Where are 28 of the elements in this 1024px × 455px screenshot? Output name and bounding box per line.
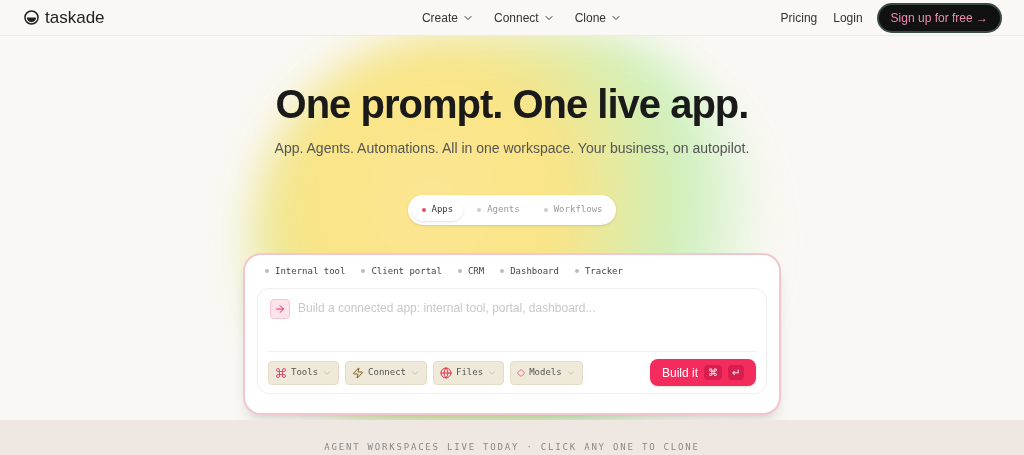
tool-dropdown[interactable]: Connect (345, 360, 428, 385)
logo-icon (24, 10, 39, 25)
hero-title: One prompt. One live app. (275, 84, 749, 124)
tool-dropdown[interactable]: Models (510, 360, 583, 385)
key-hint: ⌘ (704, 365, 722, 380)
nav-menu[interactable]: Connect (494, 8, 555, 27)
tool-dropdown[interactable]: Files (433, 360, 505, 385)
section-caption: AGENT WORKSPACES LIVE TODAY · CLICK ANY ONE TO CLONE (324, 440, 700, 454)
tool-dropdown[interactable]: Tools (268, 360, 340, 385)
mode-tab[interactable]: Apps (411, 199, 464, 221)
nav-menu[interactable]: Clone (574, 8, 623, 27)
nav-menu[interactable]: Create (421, 8, 474, 27)
suggestion-chip[interactable]: Dashboard (500, 264, 559, 278)
suggestion-chip[interactable]: Client portal (361, 264, 442, 278)
diamond-icon (517, 366, 526, 379)
key-hint: ↵ (728, 365, 744, 380)
nav-link[interactable]: Login (833, 8, 863, 27)
signup-button[interactable]: Sign up for free → (878, 4, 1000, 31)
suggestion-chip[interactable]: Tracker (574, 264, 623, 278)
globe-icon (440, 366, 453, 379)
suggestion-chip[interactable]: CRM (457, 264, 485, 278)
build-button[interactable]: Build it ⌘ ↵ (649, 359, 756, 386)
hero-subtitle: App. Agents. Automations. All in one workspace. Your business, on autopilot. (274, 139, 750, 158)
brand-name[interactable]: taskade (45, 4, 105, 31)
lightning-icon (352, 366, 365, 379)
command-icon (275, 366, 287, 379)
suggestion-chip[interactable]: Internal tool (265, 264, 346, 278)
nav-link[interactable]: Pricing (780, 8, 818, 27)
